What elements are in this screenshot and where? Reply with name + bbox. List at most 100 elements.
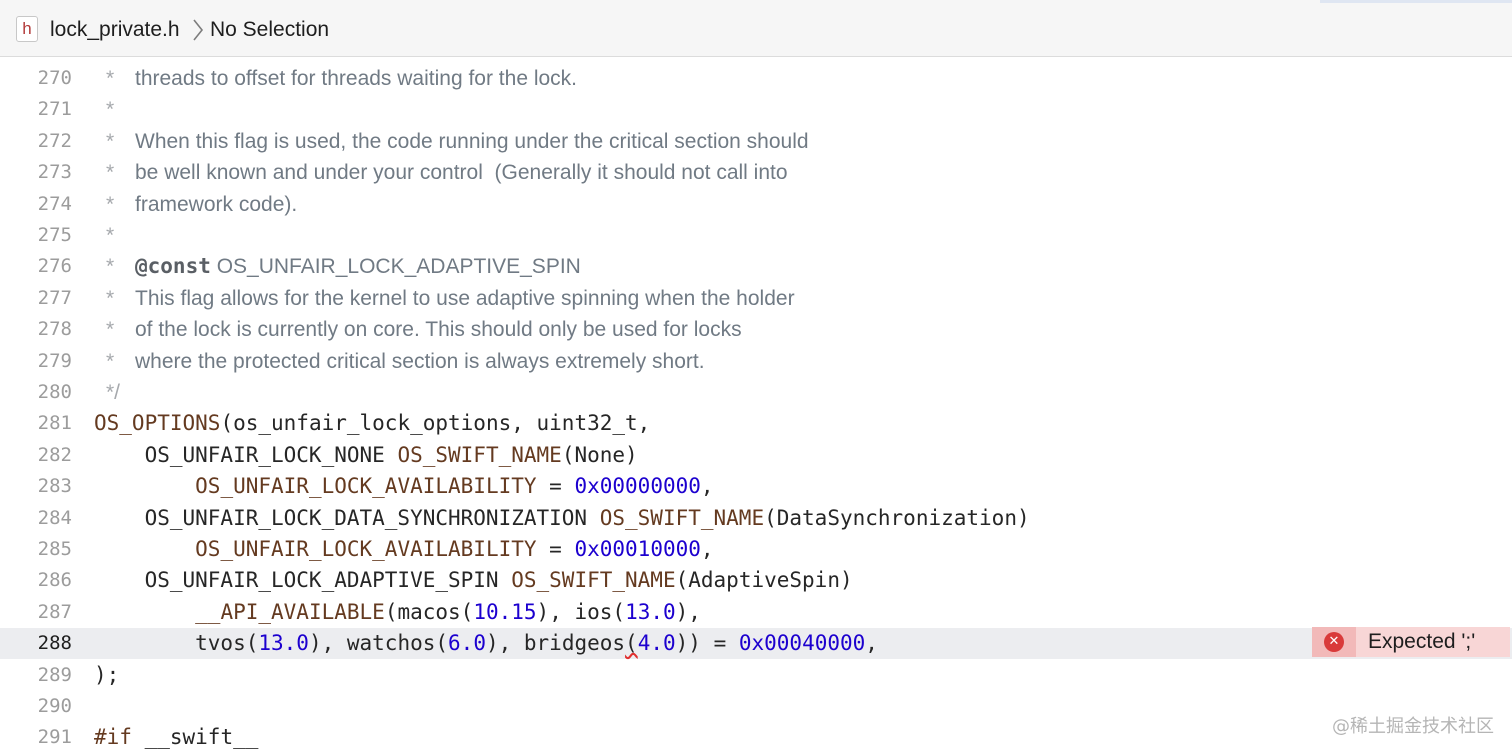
code-line[interactable]: 289); — [0, 660, 1512, 691]
code-text: #if __swift__ — [94, 722, 258, 753]
code-token: ), ios( — [536, 599, 626, 624]
line-number[interactable]: 289 — [0, 660, 72, 691]
code-token: tvos( — [94, 631, 259, 656]
line-number[interactable]: 286 — [0, 565, 72, 596]
error-annotation[interactable]: ✕ Expected ';' — [1312, 627, 1510, 657]
jump-bar: h lock_private.h No Selection — [0, 0, 1512, 57]
code-line[interactable]: 270 * threads to offset for threads waitin… — [0, 63, 1512, 94]
line-number[interactable]: 287 — [0, 597, 72, 628]
comment-text: */ — [106, 377, 135, 408]
line-number[interactable]: 270 — [0, 63, 72, 94]
macro-token: OS_SWIFT_NAME — [599, 505, 765, 530]
code-token: (macos( — [384, 599, 474, 624]
comment-text: * of the lock is currently on core. This … — [106, 314, 742, 345]
macro-token: #if — [94, 725, 132, 750]
code-line[interactable]: 285 OS_UNFAIR_LOCK_AVAILABILITY = 0x0001… — [0, 534, 1512, 565]
comment-star: * — [106, 224, 115, 247]
macro-token: OS_OPTIONS — [94, 411, 221, 436]
line-number[interactable]: 274 — [0, 189, 72, 220]
code-line[interactable]: 271 * — [0, 94, 1512, 125]
code-line[interactable]: 278 * of the lock is currently on core. Th… — [0, 314, 1512, 345]
chevron-right-icon — [193, 19, 204, 41]
line-number[interactable]: 272 — [0, 126, 72, 157]
number-literal: 6.0 — [448, 631, 486, 656]
line-number[interactable]: 284 — [0, 503, 72, 534]
line-number[interactable]: 288 — [0, 628, 72, 659]
comment-star: * — [106, 255, 115, 279]
line-number[interactable]: 283 — [0, 471, 72, 502]
code-line[interactable]: 286 OS_UNFAIR_LOCK_ADAPTIVE_SPIN OS_SWIF… — [0, 565, 1512, 596]
code-line[interactable]: 276 * @const OS_UNFAIR_LOCK_ADAPTIVE_SPIN — [0, 251, 1512, 282]
error-circle-icon: ✕ — [1324, 632, 1344, 652]
line-number[interactable]: 275 — [0, 220, 72, 251]
comment-text: * — [106, 94, 135, 125]
code-line[interactable]: 279 * where the protected critical section… — [0, 346, 1512, 377]
code-line[interactable]: 281 OS_OPTIONS(os_unfair_lock_options, ui… — [0, 408, 1512, 439]
comment-content: be well known and under your control (Ge… — [135, 161, 788, 185]
line-number[interactable]: 280 — [0, 377, 72, 408]
code-line[interactable]: 275 * — [0, 220, 1512, 251]
line-number[interactable]: 282 — [0, 440, 72, 471]
line-number[interactable]: 279 — [0, 346, 72, 377]
line-number[interactable]: 278 — [0, 314, 72, 345]
error-token: ( — [625, 631, 638, 656]
macro-token: OS_SWIFT_NAME — [511, 568, 676, 593]
comment-content: OS_UNFAIR_LOCK_ADAPTIVE_SPIN — [210, 255, 581, 279]
comment-content: This flag allows for the kernel to use a… — [135, 286, 795, 310]
code-token: OS_UNFAIR_LOCK_DATA_SYNCHRONIZATION — [94, 505, 600, 530]
line-number[interactable]: 291 — [0, 722, 72, 753]
code-line[interactable]: 277 * This flag allows for the kernel to u… — [0, 283, 1512, 314]
line-number[interactable]: 277 — [0, 283, 72, 314]
code-line[interactable]: 284 OS_UNFAIR_LOCK_DATA_SYNCHRONIZATION … — [0, 503, 1512, 534]
code-line[interactable]: 290 — [0, 691, 1512, 722]
code-text: OS_UNFAIR_LOCK_ADAPTIVE_SPIN OS_SWIFT_NA… — [94, 565, 853, 596]
comment-star: * — [106, 349, 115, 373]
comment-star: * — [106, 98, 115, 122]
number-literal: 13.0 — [625, 599, 676, 624]
code-line[interactable]: 273 * be well known and under your control… — [0, 157, 1512, 188]
macro-token: OS_SWIFT_NAME — [397, 442, 562, 467]
code-line[interactable]: 287 __API_AVAILABLE(macos(10.15), ios(13… — [0, 597, 1512, 628]
code-text: OS_UNFAIR_LOCK_NONE OS_SWIFT_NAME(None) — [94, 440, 638, 471]
comment-text: * framework code). — [106, 189, 297, 220]
code-token: (AdaptiveSpin) — [675, 568, 853, 593]
comment-star: * — [106, 286, 115, 310]
code-line[interactable]: 274 * framework code). — [0, 189, 1512, 220]
code-token: ), watchos( — [308, 631, 449, 656]
breadcrumb-selection[interactable]: No Selection — [210, 16, 329, 43]
number-literal: 4.0 — [637, 631, 676, 656]
code-line[interactable]: 291 #if __swift__ — [0, 722, 1512, 753]
comment-content: framework code). — [135, 192, 298, 216]
code-token: , — [700, 537, 714, 561]
header-file-icon[interactable]: h — [16, 16, 38, 42]
comment-text: * be well known and under your control (G… — [106, 157, 788, 188]
comment-text: * When this flag is used, the code runnin… — [106, 126, 809, 157]
code-line[interactable]: 272 * When this flag is used, the code run… — [0, 126, 1512, 157]
line-number[interactable]: 273 — [0, 157, 72, 188]
code-line[interactable]: 283 OS_UNFAIR_LOCK_AVAILABILITY = 0x0000… — [0, 471, 1512, 502]
code-token: , — [700, 474, 714, 499]
code-token: __swift__ — [131, 725, 259, 750]
source-editor[interactable]: 270 * threads to offset for threads waitin… — [0, 57, 1512, 754]
code-line[interactable]: 282 OS_UNFAIR_LOCK_NONE OS_SWIFT_NAME(No… — [0, 440, 1512, 471]
comment-text: * where the protected critical section is… — [106, 346, 705, 377]
current-line[interactable]: 288 tvos(13.0), watchos(6.0), bridgeos(4… — [0, 628, 1512, 660]
line-number[interactable]: 281 — [0, 408, 72, 439]
line-number[interactable]: 285 — [0, 534, 72, 565]
code-line[interactable]: 280 */ — [0, 377, 1512, 408]
code-text: OS_OPTIONS(os_unfair_lock_options, uint3… — [94, 408, 650, 439]
breadcrumb-file[interactable]: lock_private.h — [50, 16, 180, 43]
comment-text: * threads to offset for threads waiting f… — [106, 63, 577, 94]
code-token: (os_unfair_lock_options, uint32_t, — [220, 411, 651, 436]
comment-star: * — [106, 161, 115, 185]
line-number[interactable]: 276 — [0, 251, 72, 282]
line-number[interactable]: 290 — [0, 691, 72, 722]
code-token: = — [536, 474, 575, 499]
comment-star: * — [106, 67, 115, 90]
line-number[interactable]: 271 — [0, 94, 72, 125]
code-text: tvos(13.0), watchos(6.0), bridgeos(4.0))… — [94, 628, 878, 659]
watermark: @稀土掘金技术社区 — [1332, 716, 1494, 737]
macro-token: __API_AVAILABLE — [195, 599, 385, 624]
error-icon-cell: ✕ — [1312, 627, 1356, 657]
